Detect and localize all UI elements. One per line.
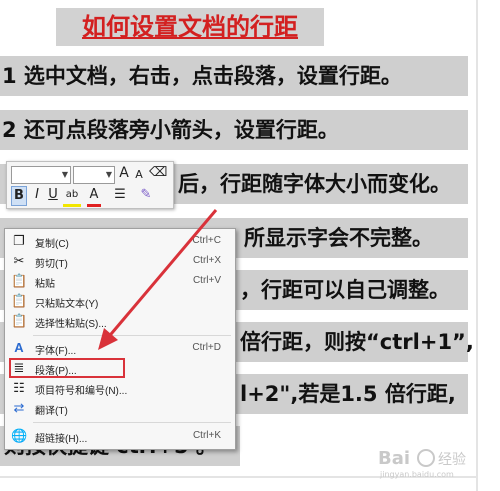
bullets-icon: ☷	[13, 380, 25, 395]
paste-text-icon: 📋	[11, 293, 28, 308]
menu-item-label: 粘贴	[35, 279, 55, 290]
doc-line-6: 倍行距，则按“ctrl+1”,	[240, 330, 474, 354]
font-name-combo[interactable]: ▼	[11, 166, 71, 184]
page-title: 如何设置文档的行距	[56, 8, 324, 46]
menu-item-copy[interactable]: ❐ 复制(C) Ctrl+C	[5, 231, 235, 251]
menu-item-paste[interactable]: 📋 粘贴 Ctrl+V	[5, 271, 235, 291]
paste-special-icon: 📋	[11, 313, 28, 328]
menu-item-font[interactable]: A 字体(F)... Ctrl+D	[5, 338, 235, 358]
menu-item-label: 字体(F)...	[35, 346, 77, 357]
highlight-button[interactable]: ab	[63, 186, 81, 207]
translate-icon: ⇄	[13, 400, 25, 415]
menu-item-hyperlink[interactable]: 🌐 超链接(H)... Ctrl+K	[5, 426, 235, 446]
menu-item-bullets[interactable]: ☷ 项目符号和编号(N)...	[5, 378, 235, 398]
menu-item-label: 复制(C)	[35, 239, 69, 250]
italic-button[interactable]: I	[31, 186, 43, 204]
baidu-watermark: Bai 经验 jingyan.baidu.com	[378, 444, 474, 480]
format-painter-icon[interactable]: ✎	[137, 186, 155, 204]
doc-line-1: 1 选中文档，右击，点击段落，设置行距。	[2, 64, 402, 88]
menu-item-shortcut: Ctrl+K	[192, 430, 221, 441]
menu-item-label: 翻译(T)	[35, 406, 68, 417]
clear-format-icon[interactable]: ⌫	[149, 164, 167, 182]
font-color-button[interactable]: A	[87, 186, 101, 207]
menu-item-shortcut: Ctrl+C	[192, 235, 221, 246]
svg-text:经验: 经验	[438, 452, 466, 468]
menu-item-shortcut: Ctrl+V	[192, 275, 221, 286]
grow-font-button[interactable]: A	[117, 164, 131, 182]
menu-separator	[33, 335, 231, 336]
chevron-down-icon: ▼	[61, 170, 68, 179]
menu-item-paste-special[interactable]: 📋 选择性粘贴(S)...	[5, 311, 235, 331]
copy-icon: ❐	[13, 233, 25, 248]
menu-item-cut[interactable]: ✂ 剪切(T) Ctrl+X	[5, 251, 235, 271]
bold-button[interactable]: B	[11, 186, 27, 206]
menu-item-label: 只粘贴文本(Y)	[35, 299, 99, 310]
paste-icon: 📋	[11, 273, 28, 288]
svg-text:Bai: Bai	[378, 448, 410, 469]
baidu-logo: Bai 经验 jingyan.baidu.com	[378, 448, 466, 479]
doc-line-4: 所显示字会不完整。	[244, 226, 433, 250]
doc-line-7: l+2",若是1.5 倍行距,	[240, 382, 456, 406]
menu-item-label: 超链接(H)...	[35, 434, 88, 445]
doc-line-5: ，行距可以自己调整。	[240, 278, 450, 302]
menu-item-label: 项目符号和编号(N)...	[35, 386, 128, 397]
menu-item-shortcut: Ctrl+D	[192, 342, 221, 353]
doc-line-2: 2 还可点段落旁小箭头，设置行距。	[2, 118, 339, 142]
shrink-font-button[interactable]: A	[133, 166, 145, 184]
menu-separator	[33, 422, 231, 423]
align-icon[interactable]: ☰	[109, 186, 131, 204]
scissors-icon: ✂	[13, 253, 25, 268]
menu-item-shortcut: Ctrl+X	[192, 255, 221, 266]
paragraph-highlight-box	[9, 358, 125, 378]
page-border-right	[476, 0, 478, 491]
context-menu: ❐ 复制(C) Ctrl+C ✂ 剪切(T) Ctrl+X 📋 粘贴 Ctrl+…	[4, 228, 236, 450]
hyperlink-icon: 🌐	[11, 428, 28, 443]
mini-toolbar: ▼ ▼ A A ⌫ B I U ab A ☰ ✎	[6, 161, 174, 209]
menu-item-label: 选择性粘贴(S)...	[35, 319, 107, 330]
doc-line-3: 后，行距随字体大小而变化。	[178, 172, 451, 196]
font-icon: A	[14, 340, 24, 355]
underline-button[interactable]: U	[47, 186, 59, 204]
font-size-combo[interactable]: ▼	[73, 166, 115, 184]
menu-item-label: 剪切(T)	[35, 259, 68, 270]
menu-item-paste-text[interactable]: 📋 只粘贴文本(Y)	[5, 291, 235, 311]
menu-item-translate[interactable]: ⇄ 翻译(T)	[5, 398, 235, 418]
svg-text:jingyan.baidu.com: jingyan.baidu.com	[379, 470, 454, 479]
chevron-down-icon: ▼	[105, 170, 112, 179]
